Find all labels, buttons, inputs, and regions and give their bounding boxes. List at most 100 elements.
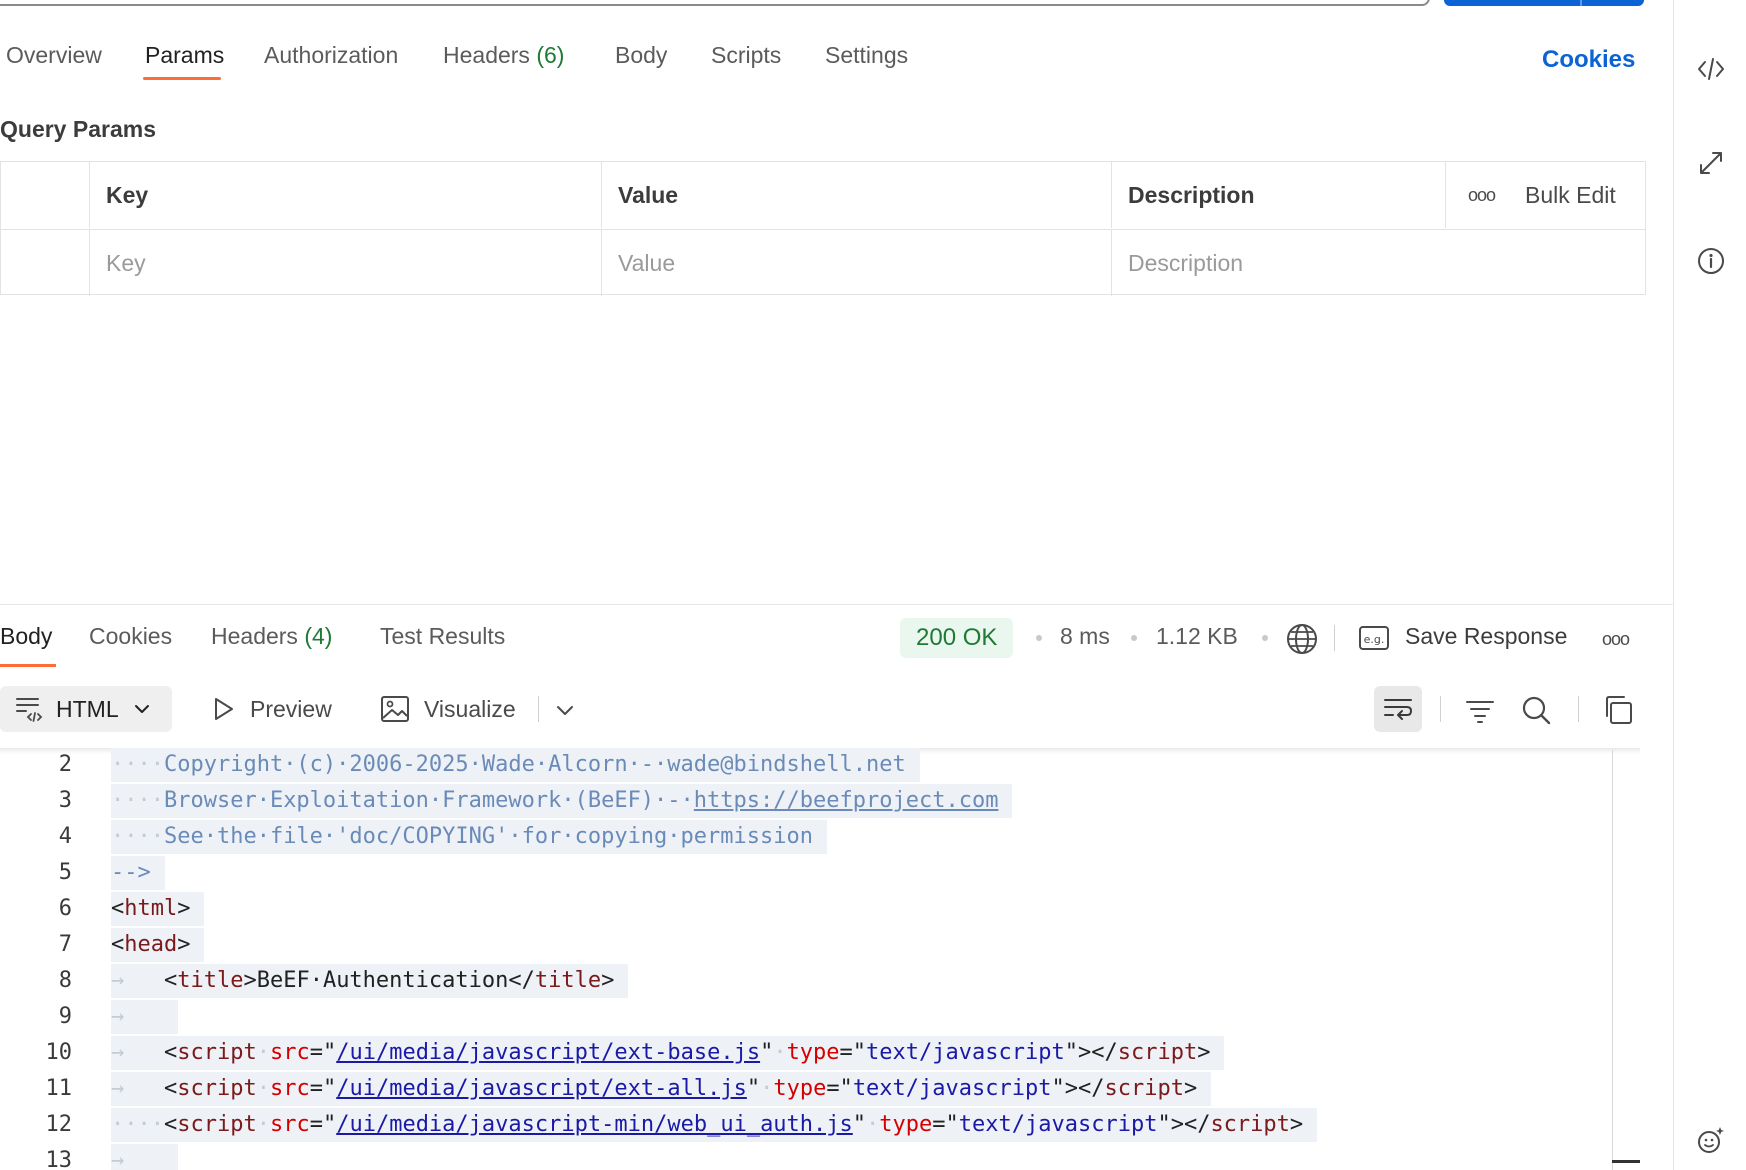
preview-button[interactable]: Preview	[210, 686, 332, 732]
attr-name: type	[879, 1112, 933, 1137]
bulk-edit-button[interactable]: Bulk Edit	[1525, 182, 1616, 209]
tag-name: title	[177, 968, 244, 993]
comment-text: Browser·Exploitation·Framework·(BeEF)·-·	[163, 788, 694, 813]
comment-close: -->	[111, 860, 151, 885]
tab-scripts[interactable]: Scripts	[711, 42, 781, 69]
response-body-editor[interactable]: 2 ····Copyright·(c)·2006-2025·Wade·Alcor…	[0, 748, 1640, 1170]
filter-icon[interactable]	[1464, 694, 1496, 726]
wrap-lines-button[interactable]	[1374, 686, 1422, 732]
code-line: 7 <head>	[0, 928, 1640, 964]
search-icon[interactable]	[1520, 694, 1552, 726]
status-badge[interactable]: 200 OK	[900, 618, 1014, 658]
svg-text:e.g.: e.g.	[1364, 633, 1385, 646]
tab-settings[interactable]: Settings	[825, 42, 908, 69]
description-cell	[1111, 230, 1647, 296]
right-sidebar	[1673, 0, 1746, 1170]
code-line: 6 <html>	[0, 892, 1640, 928]
tab-arrow: →	[111, 1148, 164, 1170]
space-dot: ·	[773, 1040, 787, 1065]
code-line: 8 → <title>BeEF·Authentication</title>	[0, 964, 1640, 1000]
key-input[interactable]	[106, 249, 601, 277]
tab-overview[interactable]: Overview	[6, 42, 102, 69]
info-icon[interactable]	[1696, 246, 1726, 276]
wrap-icon	[1384, 699, 1412, 720]
meta-separator	[1262, 635, 1268, 641]
src-link[interactable]: /ui/media/javascript/ext-all.js	[336, 1076, 747, 1101]
save-response-button[interactable]: Save Response	[1405, 623, 1567, 650]
editor-scrollbar-track[interactable]	[1612, 750, 1613, 1170]
indent-dots: ····	[111, 788, 164, 813]
code-content: → <title>BeEF·Authentication</title>	[111, 964, 629, 998]
response-size[interactable]: 1.12 KB	[1156, 623, 1238, 650]
url-bar[interactable]	[0, 0, 1430, 6]
response-tab-body[interactable]: Body	[0, 623, 52, 650]
tab-authorization[interactable]: Authorization	[264, 42, 398, 69]
code-line: 3 ····Browser·Exploitation·Framework·(Be…	[0, 784, 1640, 820]
code-content: -->	[111, 856, 165, 890]
src-link[interactable]: /ui/media/javascript-min/web_ui_auth.js	[336, 1112, 853, 1137]
response-tab-test-results[interactable]: Test Results	[380, 623, 505, 650]
line-number: 12	[45, 1112, 73, 1137]
response-more-icon[interactable]: ooo	[1602, 629, 1630, 650]
visualize-dropdown-icon[interactable]	[555, 700, 575, 720]
tab-arrow: →	[111, 968, 164, 993]
format-icon	[16, 698, 43, 722]
toolbar-divider	[1334, 625, 1335, 651]
satisfaction-icon[interactable]	[1696, 1125, 1726, 1155]
related-collections-icon[interactable]	[1696, 148, 1726, 178]
network-globe-icon[interactable]	[1285, 622, 1319, 656]
tab-body[interactable]: Body	[615, 42, 667, 69]
indent-dots: ····	[111, 824, 164, 849]
copy-icon[interactable]	[1602, 694, 1634, 726]
code-content: ····Copyright·(c)·2006-2025·Wade·Alcorn·…	[111, 748, 920, 782]
column-header-key: Key	[89, 162, 601, 228]
code-line: 11 → <script·src="/ui/media/javascript/e…	[0, 1072, 1640, 1108]
tag-name: html	[124, 896, 178, 921]
comment-text: See·the·file·'doc/COPYING'·for·copying·p…	[163, 824, 813, 849]
space-dot: ·	[760, 1076, 774, 1101]
code-line: 13 →	[0, 1144, 1640, 1170]
tab-headers[interactable]: Headers (6)	[443, 42, 564, 69]
src-link[interactable]: /ui/media/javascript/ext-base.js	[336, 1040, 760, 1065]
active-response-tab-indicator	[0, 664, 56, 667]
active-tab-indicator	[143, 77, 221, 80]
response-time[interactable]: 8 ms	[1060, 623, 1110, 650]
code-line: 10 → <script·src="/ui/media/javascript/e…	[0, 1036, 1640, 1072]
meta-separator	[1036, 635, 1042, 641]
tab-headers-count: (6)	[536, 42, 565, 68]
preview-label: Preview	[250, 695, 332, 722]
response-toolbar: HTML Preview Visualize	[0, 684, 1673, 734]
attr-name: src	[269, 1040, 310, 1065]
visualize-button[interactable]: Visualize	[380, 686, 516, 732]
attr-name: type	[773, 1076, 827, 1101]
indent-dots: ····	[111, 1112, 164, 1137]
code-content: ····See·the·file·'doc/COPYING'·for·copyi…	[111, 820, 827, 854]
send-button[interactable]	[1444, 0, 1644, 6]
tag-name: head	[124, 932, 178, 957]
checkbox-column-header	[1, 162, 89, 228]
line-number: 5	[58, 860, 72, 885]
description-input[interactable]	[1128, 249, 1647, 277]
response-tab-cookies[interactable]: Cookies	[89, 623, 172, 650]
code-icon[interactable]	[1696, 54, 1726, 84]
space-dot: ·	[256, 1112, 270, 1137]
code-line: 4 ····See·the·file·'doc/COPYING'·for·cop…	[0, 820, 1640, 856]
tag-name: script	[1104, 1076, 1184, 1101]
comment-link[interactable]: https://beefproject.com	[694, 788, 999, 813]
cookies-link[interactable]: Cookies	[1542, 46, 1635, 74]
editor-scrollbar-thumb[interactable]	[1612, 1160, 1640, 1163]
space-dot: ·	[256, 1040, 270, 1065]
code-content: →	[111, 1144, 178, 1170]
format-select[interactable]: HTML	[0, 686, 172, 732]
value-input[interactable]	[618, 249, 1111, 277]
query-params-title: Query Params	[0, 116, 156, 142]
line-number: 2	[58, 752, 72, 777]
line-number: 4	[58, 824, 72, 849]
line-number: 8	[58, 968, 72, 993]
attr-value: text/javascript	[852, 1076, 1052, 1101]
more-options-icon[interactable]: ooo	[1468, 185, 1496, 206]
attr-value: text/javascript	[958, 1112, 1158, 1137]
meta-separator	[1131, 635, 1137, 641]
tab-params[interactable]: Params	[145, 42, 224, 69]
response-tab-headers[interactable]: Headers (4)	[211, 623, 332, 650]
